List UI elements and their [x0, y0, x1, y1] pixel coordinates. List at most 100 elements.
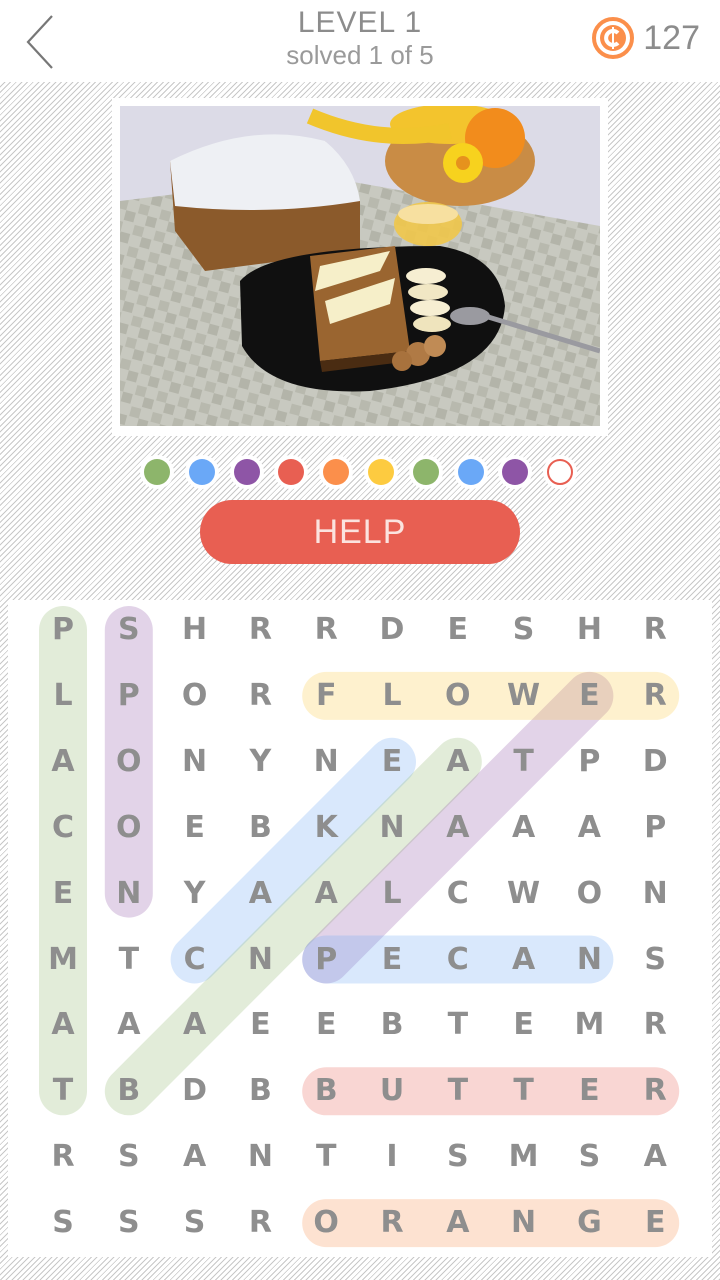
- grid-letter[interactable]: A: [625, 1127, 685, 1187]
- grid-letter[interactable]: A: [33, 995, 93, 1055]
- grid-letter[interactable]: W: [494, 666, 554, 726]
- grid-letter[interactable]: Y: [165, 864, 225, 924]
- grid-letter[interactable]: O: [428, 666, 488, 726]
- grid-letter[interactable]: P: [625, 798, 685, 858]
- grid-letter[interactable]: R: [625, 1061, 685, 1121]
- grid-letter[interactable]: E: [494, 995, 554, 1055]
- grid-letter[interactable]: A: [559, 798, 619, 858]
- grid-letter[interactable]: A: [428, 1193, 488, 1253]
- grid-letter[interactable]: R: [230, 1193, 290, 1253]
- grid-letter[interactable]: T: [428, 995, 488, 1055]
- grid-letter[interactable]: E: [625, 1193, 685, 1253]
- grid-letter[interactable]: N: [296, 732, 356, 792]
- grid-letter[interactable]: N: [494, 1193, 554, 1253]
- grid-letter[interactable]: B: [99, 1061, 159, 1121]
- grid-letter[interactable]: O: [296, 1193, 356, 1253]
- grid-letter[interactable]: T: [296, 1127, 356, 1187]
- grid-letter[interactable]: B: [230, 798, 290, 858]
- grid-letter[interactable]: S: [494, 600, 554, 660]
- grid-letter[interactable]: E: [559, 666, 619, 726]
- grid-letter[interactable]: R: [33, 1127, 93, 1187]
- grid-letter[interactable]: S: [99, 600, 159, 660]
- grid-letter[interactable]: R: [362, 1193, 422, 1253]
- grid-letter[interactable]: G: [559, 1193, 619, 1253]
- grid-letter[interactable]: E: [362, 732, 422, 792]
- grid-letter[interactable]: A: [33, 732, 93, 792]
- grid-letter[interactable]: I: [362, 1127, 422, 1187]
- grid-letter[interactable]: S: [99, 1193, 159, 1253]
- help-button[interactable]: HELP: [200, 500, 520, 564]
- grid-letter[interactable]: T: [33, 1061, 93, 1121]
- grid-letter[interactable]: M: [559, 995, 619, 1055]
- grid-letter[interactable]: P: [99, 666, 159, 726]
- grid-letter[interactable]: E: [362, 930, 422, 990]
- grid-letter[interactable]: L: [33, 666, 93, 726]
- grid-letter[interactable]: R: [625, 600, 685, 660]
- grid-letter[interactable]: S: [165, 1193, 225, 1253]
- grid-letter[interactable]: D: [362, 600, 422, 660]
- grid-letter[interactable]: T: [494, 732, 554, 792]
- grid-letter[interactable]: M: [33, 930, 93, 990]
- grid-letter[interactable]: A: [165, 1127, 225, 1187]
- grid-letter[interactable]: S: [559, 1127, 619, 1187]
- grid-letter[interactable]: A: [494, 798, 554, 858]
- grid-letter[interactable]: S: [625, 930, 685, 990]
- grid-letter[interactable]: E: [230, 995, 290, 1055]
- grid-letter[interactable]: W: [494, 864, 554, 924]
- grid-letter[interactable]: R: [625, 995, 685, 1055]
- grid-letter[interactable]: R: [625, 666, 685, 726]
- grid-letter[interactable]: A: [428, 798, 488, 858]
- grid-letter[interactable]: E: [559, 1061, 619, 1121]
- grid-letter[interactable]: U: [362, 1061, 422, 1121]
- grid-letter[interactable]: B: [362, 995, 422, 1055]
- grid-letter[interactable]: A: [494, 930, 554, 990]
- grid-letter[interactable]: B: [230, 1061, 290, 1121]
- grid-letter[interactable]: A: [428, 732, 488, 792]
- grid-letter[interactable]: E: [296, 995, 356, 1055]
- grid-letter[interactable]: P: [33, 600, 93, 660]
- grid-letter[interactable]: K: [296, 798, 356, 858]
- grid-letter[interactable]: A: [165, 995, 225, 1055]
- grid-letter[interactable]: N: [230, 1127, 290, 1187]
- grid-letter[interactable]: E: [33, 864, 93, 924]
- grid-letter[interactable]: Y: [230, 732, 290, 792]
- grid-letter[interactable]: P: [296, 930, 356, 990]
- grid-letter[interactable]: N: [230, 930, 290, 990]
- grid-letter[interactable]: M: [494, 1127, 554, 1187]
- grid-letter[interactable]: C: [428, 864, 488, 924]
- grid-letter[interactable]: D: [625, 732, 685, 792]
- grid-letter[interactable]: T: [99, 930, 159, 990]
- grid-letter[interactable]: C: [33, 798, 93, 858]
- grid-letter[interactable]: A: [296, 864, 356, 924]
- grid-letter[interactable]: D: [165, 1061, 225, 1121]
- coin-balance[interactable]: 127: [591, 16, 700, 60]
- grid-letter[interactable]: N: [559, 930, 619, 990]
- grid-letter[interactable]: L: [362, 864, 422, 924]
- grid-letter[interactable]: F: [296, 666, 356, 726]
- grid-letter[interactable]: S: [99, 1127, 159, 1187]
- grid-letter[interactable]: L: [362, 666, 422, 726]
- grid-letter[interactable]: S: [33, 1193, 93, 1253]
- grid-letter[interactable]: H: [165, 600, 225, 660]
- grid-letter[interactable]: R: [296, 600, 356, 660]
- grid-letter[interactable]: S: [428, 1127, 488, 1187]
- grid-letter[interactable]: B: [296, 1061, 356, 1121]
- grid-letter[interactable]: N: [362, 798, 422, 858]
- grid-letter[interactable]: O: [99, 798, 159, 858]
- grid-letter[interactable]: O: [165, 666, 225, 726]
- grid-letter[interactable]: N: [625, 864, 685, 924]
- grid-letter[interactable]: P: [559, 732, 619, 792]
- grid-letter[interactable]: C: [428, 930, 488, 990]
- grid-letter[interactable]: R: [230, 600, 290, 660]
- grid-letter[interactable]: T: [494, 1061, 554, 1121]
- grid-letter[interactable]: R: [230, 666, 290, 726]
- grid-letter[interactable]: N: [165, 732, 225, 792]
- grid-letter[interactable]: O: [559, 864, 619, 924]
- grid-letter[interactable]: T: [428, 1061, 488, 1121]
- grid-letter[interactable]: E: [428, 600, 488, 660]
- grid-letter[interactable]: H: [559, 600, 619, 660]
- grid-letter[interactable]: A: [230, 864, 290, 924]
- grid-letter[interactable]: C: [165, 930, 225, 990]
- grid-letter[interactable]: N: [99, 864, 159, 924]
- grid-letter[interactable]: O: [99, 732, 159, 792]
